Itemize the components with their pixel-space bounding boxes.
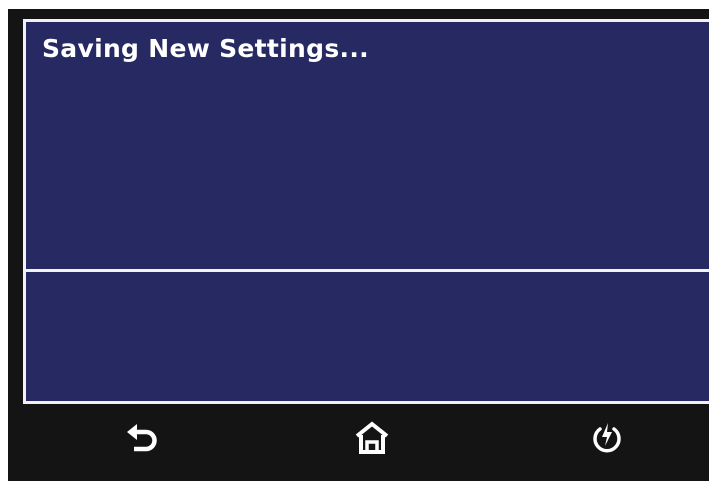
status-panel bbox=[26, 272, 709, 401]
display-screen: Saving New Settings... bbox=[23, 19, 709, 404]
back-button[interactable] bbox=[110, 412, 174, 464]
power-button[interactable] bbox=[575, 412, 639, 464]
home-button[interactable] bbox=[340, 412, 404, 464]
message-panel: Saving New Settings... bbox=[26, 22, 709, 272]
status-message: Saving New Settings... bbox=[42, 34, 369, 63]
device-bezel: Saving New Settings... bbox=[8, 9, 709, 481]
back-arrow-icon bbox=[127, 424, 157, 452]
navigation-bar bbox=[8, 404, 709, 481]
home-icon bbox=[355, 421, 389, 454]
power-bolt-icon bbox=[593, 423, 621, 453]
